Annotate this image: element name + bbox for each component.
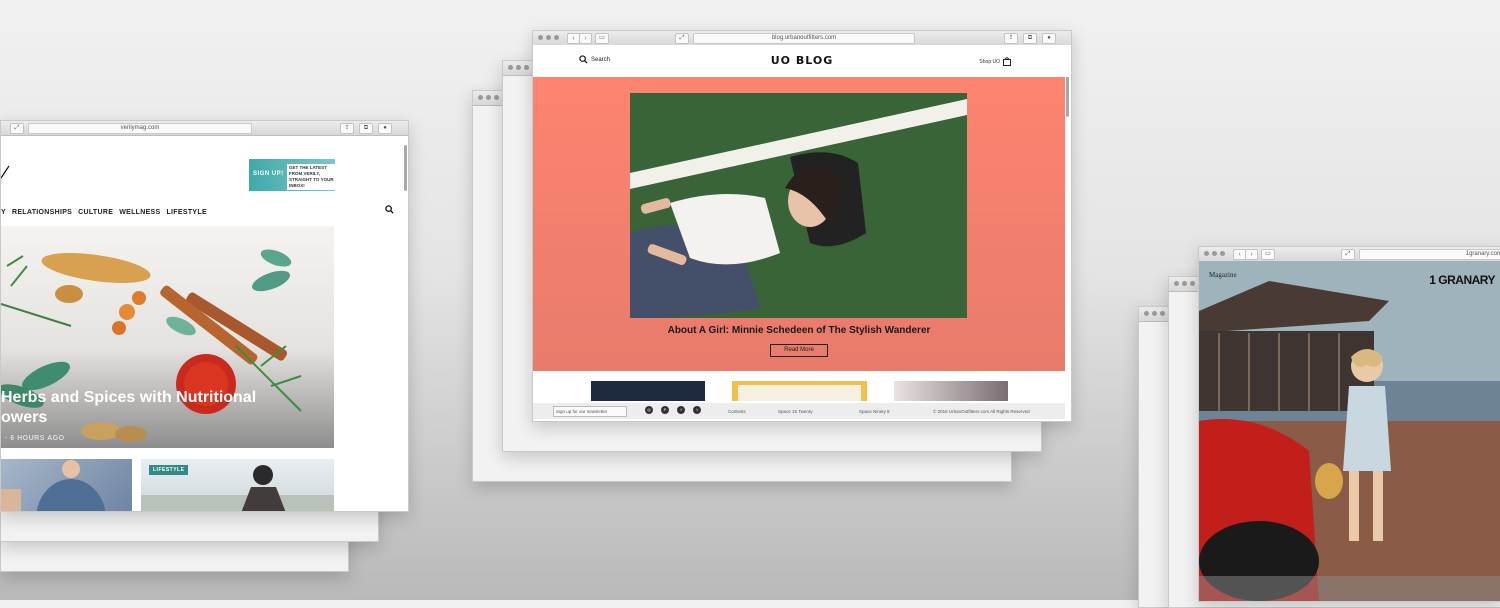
copyright-text: © 2016 UrbanOutfitters.com All Rights Re… — [933, 409, 1030, 414]
sidebar-toggle-button[interactable]: ▭ — [595, 33, 609, 44]
sidebar-toggle-button[interactable]: ⤢ — [10, 123, 24, 134]
close-dot[interactable] — [1204, 251, 1209, 256]
banner-tagline: GET THE LATEST FROM VERILY, STRAIGHT TO … — [287, 164, 337, 190]
nav-item-wellness[interactable]: WELLNESS — [119, 209, 160, 216]
post-thumbnail[interactable] — [591, 381, 705, 401]
shop-link[interactable]: Shop UO — [979, 57, 1011, 66]
extension-button[interactable]: ● — [378, 123, 392, 134]
girl-on-grass-photo — [630, 93, 967, 318]
twitter-icon[interactable]: t — [693, 406, 701, 414]
hero-title-line2: owers — [1, 409, 48, 426]
sidebar-toggle-button[interactable]: ▭ — [1261, 249, 1275, 260]
share-button[interactable]: ⇪ — [340, 123, 354, 134]
fullscreen-icon[interactable]: ⤢ — [1341, 249, 1355, 260]
article-thumbnail[interactable] — [1, 459, 132, 511]
address-bar[interactable]: blog.urbanoutfitters.com — [693, 33, 915, 44]
minimize-dot[interactable] — [1212, 251, 1217, 256]
featured-post-title[interactable]: About A Girl: Minnie Schedeen of The Sty… — [533, 325, 1065, 336]
scrollbar[interactable] — [404, 145, 407, 191]
search-icon[interactable] — [385, 205, 394, 214]
pinterest-icon[interactable]: P — [661, 406, 669, 414]
forward-button[interactable]: › — [1245, 249, 1258, 260]
window-controls[interactable] — [1204, 251, 1225, 256]
forward-button[interactable]: › — [579, 33, 592, 44]
newsletter-banner[interactable]: SIGN UP! GET THE LATEST FROM VERILY, STR… — [249, 159, 337, 191]
post-thumbnail[interactable] — [732, 381, 867, 401]
extension-button[interactable]: ● — [1042, 33, 1056, 44]
url-text: verilymag.com — [120, 125, 160, 131]
footer-link-contests[interactable]: Contests — [728, 409, 746, 414]
hero-image[interactable] — [1199, 261, 1500, 601]
verily-nav: Y RELATIONSHIPS CULTURE WELLNESS LIFESTY… — [1, 209, 207, 216]
address-bar[interactable]: verilymag.com — [28, 123, 252, 134]
fullscreen-icon[interactable]: ⤢ — [675, 33, 689, 44]
nav-item-lifestyle[interactable]: LIFESTYLE — [166, 209, 206, 216]
minimize-dot[interactable] — [546, 35, 551, 40]
footer-link-space-15-twenty[interactable]: Space 15 Twenty — [778, 409, 812, 414]
signup-label: SIGN UP! — [253, 171, 284, 177]
section-label[interactable]: Magazine — [1209, 271, 1237, 279]
window-chrome: ‹ › ▭ ⤢ blog.urbanoutfitters.com ⇪ ⧉ ● — [533, 31, 1071, 46]
share-button[interactable]: ⇪ — [1004, 33, 1018, 44]
maximize-dot[interactable] — [554, 35, 559, 40]
window-chrome: ‹ › ▭ ⤢ 1granary.com — [1199, 247, 1500, 262]
address-bar[interactable]: 1granary.com — [1359, 249, 1500, 260]
site-header: Search UO BLOG Shop UO — [533, 45, 1071, 77]
url-text: blog.urbanoutfitters.com — [771, 35, 837, 41]
newsletter-placeholder: Sign up for our newsletter — [556, 409, 608, 414]
close-dot[interactable] — [538, 35, 543, 40]
hero-timestamp: · 6 HOURS AGO — [5, 435, 65, 442]
category-badge[interactable]: LIFESTYLE — [149, 465, 189, 475]
site-footer: Sign up for our newsletter ◎ P f t Conte… — [533, 403, 1065, 419]
person-photo — [1, 460, 106, 511]
newsletter-input[interactable]: Sign up for our newsletter — [553, 406, 627, 417]
tabs-button[interactable]: ⧉ — [359, 123, 373, 134]
footer-link-space-ninety-8[interactable]: Space Ninety 8 — [859, 409, 890, 414]
granary-browser-window: ‹ › ▭ ⤢ 1granary.com Magazine 1 GRANARY — [1198, 246, 1500, 602]
beach-pavilion-photo — [1199, 261, 1500, 601]
article-thumbnail[interactable]: LIFESTYLE — [141, 459, 334, 511]
hero-title[interactable]: Herbs and Spices with Nutritional owers — [1, 388, 256, 428]
uo-blog-browser-window: ‹ › ▭ ⤢ blog.urbanoutfitters.com ⇪ ⧉ ● S… — [532, 30, 1072, 422]
hero-title-line1: Herbs and Spices with Nutritional — [1, 389, 257, 406]
shop-label: Shop UO — [979, 58, 1000, 65]
thumbnail-inner — [738, 385, 861, 401]
verily-logo-icon — [1, 165, 10, 179]
read-more-button[interactable]: Read More — [770, 344, 828, 357]
nav-item[interactable]: Y — [1, 209, 6, 216]
hero-article-card[interactable]: Herbs and Spices with Nutritional owers … — [1, 226, 334, 448]
post-thumbnail[interactable] — [894, 381, 1008, 401]
url-text: 1granary.com — [1465, 251, 1500, 257]
featured-post: About A Girl: Minnie Schedeen of The Sty… — [533, 77, 1065, 371]
nav-item-relationships[interactable]: RELATIONSHIPS — [12, 209, 72, 216]
maximize-dot[interactable] — [1220, 251, 1225, 256]
site-logo[interactable]: 1 GRANARY — [1429, 273, 1495, 287]
verily-browser-window: ⤢ verilymag.com ⇪ ⧉ ● SIGN UP! GET THE L… — [0, 120, 409, 512]
instagram-icon[interactable]: ◎ — [645, 406, 653, 414]
nav-item-culture[interactable]: CULTURE — [78, 209, 113, 216]
window-controls[interactable] — [538, 35, 559, 40]
facebook-icon[interactable]: f — [677, 406, 685, 414]
featured-image[interactable] — [630, 93, 967, 318]
tabs-button[interactable]: ⧉ — [1023, 33, 1037, 44]
window-chrome: ⤢ verilymag.com ⇪ ⧉ ● — [1, 121, 408, 136]
shopping-bag-icon — [1003, 57, 1011, 66]
